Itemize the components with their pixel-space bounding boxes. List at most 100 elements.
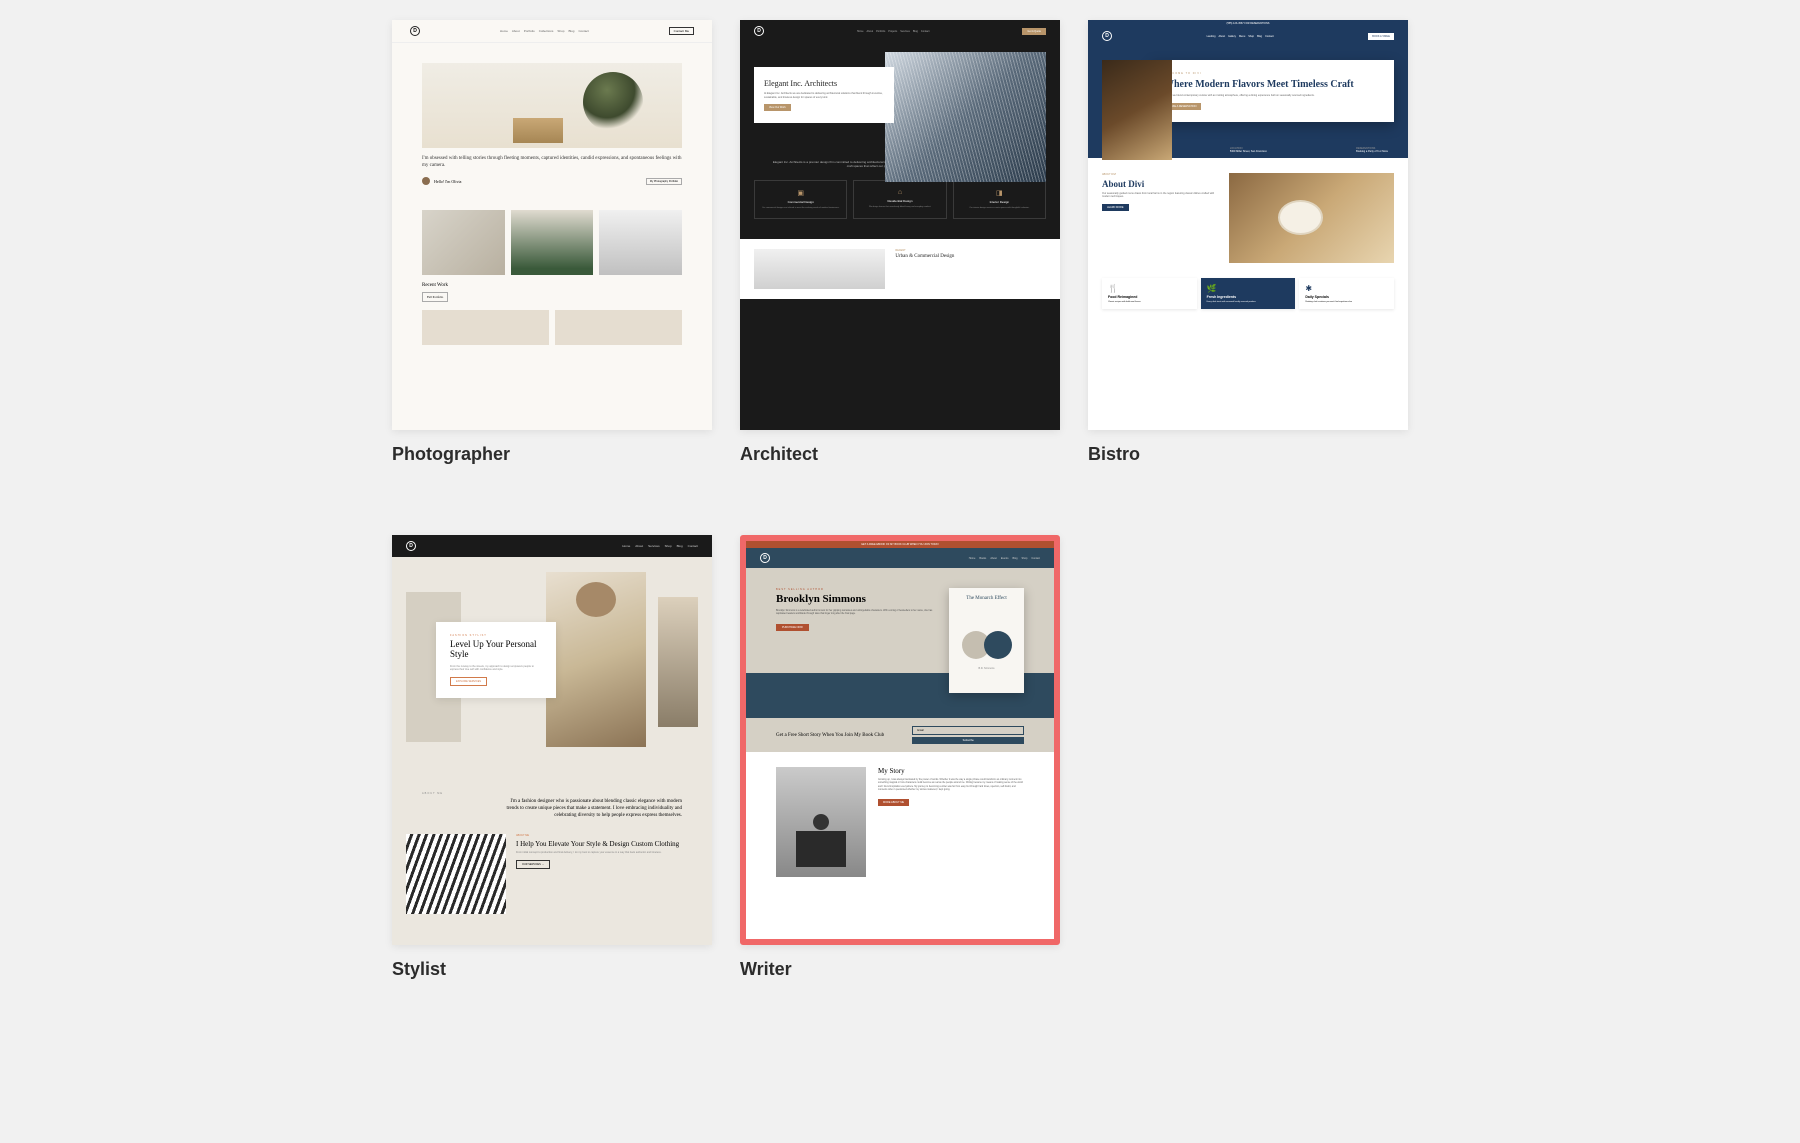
template-label: Stylist bbox=[392, 959, 712, 980]
email-input: Email bbox=[912, 726, 1024, 735]
signup-form: Email Subscribe bbox=[912, 726, 1024, 744]
topbar: (555) 123-4567 FOR RESERVATIONS bbox=[1088, 20, 1408, 27]
hero-image bbox=[885, 52, 1046, 182]
book-art bbox=[962, 609, 1012, 659]
help-title: I Help You Elevate Your Style & Design C… bbox=[516, 840, 698, 848]
feature-card: 🍴Food ReimaginedClassic recipes with bol… bbox=[1102, 278, 1197, 310]
story-title: My Story bbox=[878, 767, 1024, 775]
logo-icon: D bbox=[754, 26, 764, 36]
nav-menu: HomeAboutPortfolioProjectsServicesBlogCo… bbox=[857, 30, 930, 33]
logo-icon: D bbox=[760, 553, 770, 563]
logo-icon: D bbox=[406, 541, 416, 551]
help-label: ABOUT ME bbox=[516, 834, 698, 837]
subscribe-button: Subscribe bbox=[912, 737, 1024, 744]
fork-icon: 🍴 bbox=[1108, 284, 1191, 293]
book-title: The Monarch Effect bbox=[957, 596, 1016, 601]
full-portfolio-button: Full Portfolio bbox=[422, 292, 448, 302]
preview-photographer: D HomeAboutPortfolioCollectionsShopBlogC… bbox=[392, 20, 712, 430]
star-icon: ✱ bbox=[1305, 284, 1388, 293]
author-name: Hello! I'm Olivia bbox=[434, 179, 461, 184]
story-image bbox=[776, 767, 866, 877]
about-title: About Divi bbox=[1102, 179, 1219, 189]
preview-wrapper: (555) 123-4567 FOR RESERVATIONS D Landin… bbox=[1088, 20, 1408, 430]
view-work-button: View Our Work bbox=[764, 104, 791, 111]
template-card-stylist[interactable]: D HomeAboutServicesShopBlogContact FASHI… bbox=[392, 535, 712, 980]
leaf-icon: 🌿 bbox=[1207, 284, 1290, 293]
signup-text: Get a Free Short Story When You Join My … bbox=[776, 733, 888, 738]
story-desc: Growing up, I was always fascinated by t… bbox=[878, 779, 1024, 793]
gallery-thumb bbox=[599, 210, 682, 275]
template-card-bistro[interactable]: (555) 123-4567 FOR RESERVATIONS D Landin… bbox=[1088, 20, 1408, 465]
hero-title: Where Modern Flavors Meet Timeless Craft bbox=[1164, 79, 1382, 90]
building-icon: ▣ bbox=[759, 189, 842, 197]
gallery-thumb bbox=[511, 210, 594, 275]
contact-button: Contact Me bbox=[669, 27, 694, 35]
hero-subtitle: At Elegant Inc. Architects we are dedica… bbox=[764, 92, 884, 99]
template-grid: D HomeAboutPortfolioCollectionsShopBlogC… bbox=[200, 20, 1600, 980]
preview-stylist: D HomeAboutServicesShopBlogContact FASHI… bbox=[392, 535, 712, 945]
avatar bbox=[422, 177, 430, 185]
about-desc: Our seasonally guided menu draws from lo… bbox=[1102, 192, 1219, 199]
template-label: Architect bbox=[740, 444, 1060, 465]
nav-menu: HomeAboutServicesShopBlogContact bbox=[622, 544, 698, 548]
feature-card: 🌿Fresh IngredientsEvery dish starts with… bbox=[1201, 278, 1296, 310]
hero-image bbox=[546, 572, 646, 747]
about-text: I'm a fashion designer who is passionate… bbox=[502, 798, 682, 819]
template-label: Writer bbox=[740, 959, 1060, 980]
hero-image bbox=[422, 63, 682, 148]
hero-title: Elegant Inc. Architects bbox=[764, 79, 884, 88]
preview-wrapper: D HomeAboutServicesShopBlogContact FASHI… bbox=[392, 535, 712, 945]
template-card-architect[interactable]: D HomeAboutPortfolioProjectsServicesBlog… bbox=[740, 20, 1060, 465]
recent-title: Recent Work bbox=[422, 283, 682, 288]
hero-desc: Brooklyn Simmons is a celebrated author … bbox=[776, 610, 934, 616]
about-label: ABOUT ME bbox=[422, 792, 682, 795]
help-image bbox=[406, 834, 506, 914]
book-author: B.D. Simmons bbox=[957, 667, 1016, 670]
preview-wrapper: GET A FREE EBOOK OF MY BOOK CLUB WHEN YO… bbox=[740, 535, 1060, 945]
bottom-thumb bbox=[422, 310, 549, 345]
hero-image-2 bbox=[658, 597, 698, 727]
hero-label: FASHION STYLIST bbox=[450, 634, 542, 637]
logo-icon: D bbox=[1102, 31, 1112, 41]
feature-card: ◨Interior DesignOur interior design serv… bbox=[953, 180, 1046, 219]
logo-icon: D bbox=[410, 26, 420, 36]
preview-bistro: (555) 123-4567 FOR RESERVATIONS D Landin… bbox=[1088, 20, 1408, 430]
recent-label: RECENT bbox=[895, 249, 1046, 252]
hero-label: BEST SELLING AUTHOR bbox=[776, 588, 934, 591]
about-image bbox=[1229, 173, 1394, 263]
book-table-button: BOOK A TABLE bbox=[1368, 33, 1394, 40]
hero-caption: I'm obsessed with telling stories throug… bbox=[422, 156, 682, 169]
hero-text: From the runway to the streets, my appro… bbox=[450, 665, 542, 672]
hero-title: Level Up Your Personal Style bbox=[450, 640, 542, 660]
preview-wrapper: D HomeAboutPortfolioCollectionsShopBlogC… bbox=[392, 20, 712, 430]
nav-menu: HomeAboutPortfolioCollectionsShopBlogCon… bbox=[500, 29, 589, 33]
about-label: ABOUT DIVI bbox=[1102, 173, 1219, 176]
feature-card: ✱Daily SpecialsRotating chef creations y… bbox=[1299, 278, 1394, 310]
template-card-photographer[interactable]: D HomeAboutPortfolioCollectionsShopBlogC… bbox=[392, 20, 712, 465]
topbar: GET A FREE EBOOK OF MY BOOK CLUB WHEN YO… bbox=[746, 541, 1054, 548]
learn-more-button: LEARN MORE bbox=[1102, 204, 1129, 211]
recent-title: Urban & Commercial Design bbox=[895, 254, 1046, 259]
more-about-button: MORE ABOUT ME bbox=[878, 799, 909, 806]
nav-menu: LandingAboutGalleryMenuShopBlogContact bbox=[1207, 35, 1274, 38]
quote-button: Get A Quote bbox=[1022, 28, 1046, 35]
portfolio-button: My Photography Portfolio bbox=[646, 178, 682, 185]
house-icon: ⌂ bbox=[858, 189, 941, 196]
gallery-thumb bbox=[422, 210, 505, 275]
feature-card: ⌂Residential DesignWe design homes that … bbox=[853, 180, 946, 219]
services-button: OUR SERVICES → bbox=[516, 860, 550, 869]
template-label: Photographer bbox=[392, 444, 712, 465]
template-label: Bistro bbox=[1088, 444, 1408, 465]
book-cover: The Monarch Effect B.D. Simmons bbox=[949, 588, 1024, 693]
template-card-writer[interactable]: GET A FREE EBOOK OF MY BOOK CLUB WHEN YO… bbox=[740, 535, 1060, 980]
help-desc: From initial concept to production and f… bbox=[516, 851, 698, 855]
feature-card: ▣Commercial DesignOur commercial designs… bbox=[754, 180, 847, 219]
preview-architect: D HomeAboutPortfolioProjectsServicesBlog… bbox=[740, 20, 1060, 430]
bottom-image bbox=[754, 249, 885, 289]
explore-button: EXPLORE SERVICES bbox=[450, 677, 487, 686]
bottom-thumb bbox=[555, 310, 682, 345]
preview-wrapper: D HomeAboutPortfolioProjectsServicesBlog… bbox=[740, 20, 1060, 430]
purchase-button: PURCHASE NOW bbox=[776, 624, 809, 631]
interior-icon: ◨ bbox=[958, 189, 1041, 197]
hero-text: At Divi, we blend contemporary cuisine w… bbox=[1164, 94, 1382, 98]
